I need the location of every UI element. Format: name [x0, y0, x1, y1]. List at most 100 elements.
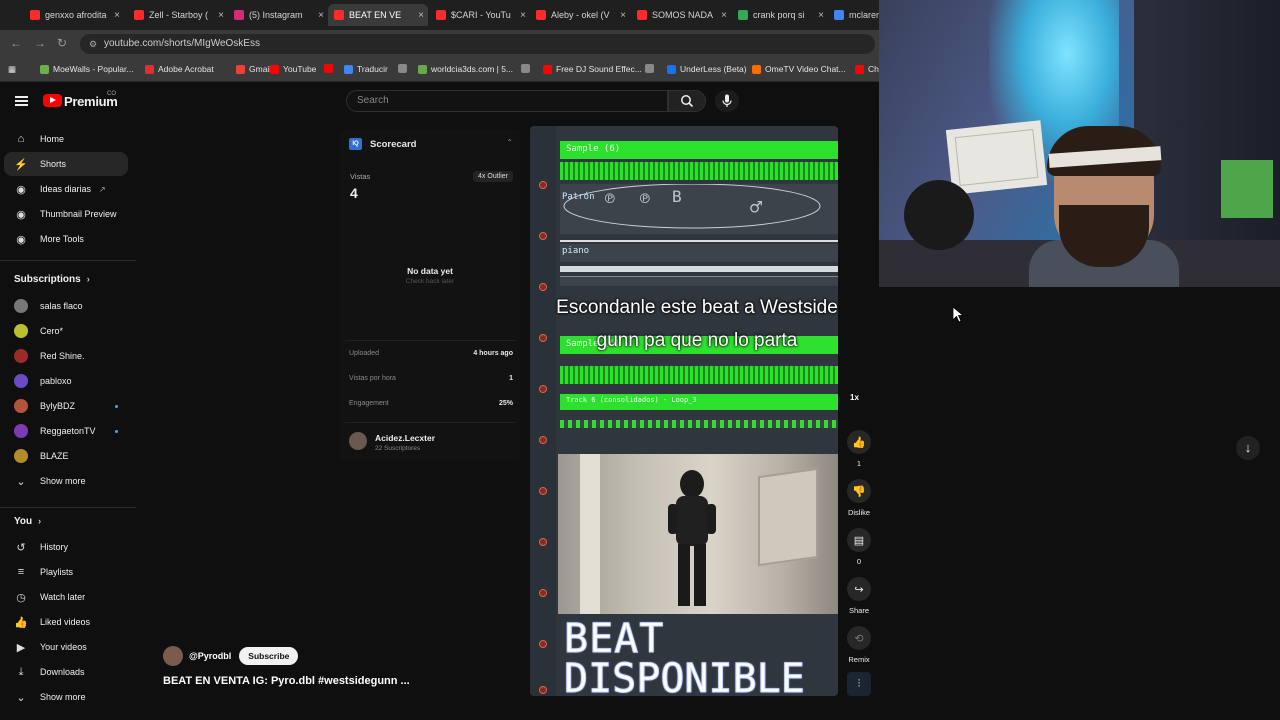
- tab-close-icon[interactable]: ×: [114, 10, 120, 21]
- bookmark-item[interactable]: Gmail: [236, 64, 271, 74]
- sidebar-item[interactable]: ⚡ Shorts: [4, 152, 128, 176]
- browser-tab[interactable]: (5) Instagram ×: [228, 4, 328, 26]
- sidebar-icon: 👍: [14, 616, 28, 629]
- sidebar-item[interactable]: BylyBDZ: [4, 394, 128, 418]
- reload-icon[interactable]: ↻: [57, 36, 67, 50]
- sidebar-item[interactable]: ◷ Watch later: [4, 585, 128, 609]
- sound-button[interactable]: ⫶: [847, 672, 871, 696]
- address-bar[interactable]: ⚙ youtube.com/shorts/MIgWeOskEss: [80, 34, 875, 54]
- sidebar-icon: ⚡: [14, 158, 28, 171]
- channel-avatar[interactable]: [163, 646, 183, 666]
- sidebar-item[interactable]: ReggaetonTV: [4, 419, 128, 443]
- bookmark-item[interactable]: Traducir: [344, 64, 388, 74]
- sidebar-item-label: BylyBDZ: [40, 401, 76, 411]
- sidebar-item[interactable]: ◉ Ideas diarias ↗: [4, 177, 128, 201]
- sidebar-item[interactable]: ↺ History: [4, 535, 128, 559]
- tab-close-icon[interactable]: ×: [818, 10, 824, 21]
- sidebar-item[interactable]: salas flaco: [4, 294, 128, 318]
- sidebar-item[interactable]: ⌂ Home: [4, 127, 128, 151]
- subscriptions-heading[interactable]: Subscriptions ›: [14, 274, 90, 285]
- playback-speed[interactable]: 1x: [850, 393, 859, 402]
- sidebar-item[interactable]: ▶ Your videos: [4, 635, 128, 659]
- bookmark-item[interactable]: Ch: [855, 64, 879, 74]
- channel-avatar[interactable]: [349, 432, 367, 450]
- dislike-button[interactable]: 👎 Dislike: [847, 479, 871, 517]
- comment-count: 0: [856, 557, 862, 566]
- engagement-label: Engagement: [349, 400, 389, 407]
- browser-tab[interactable]: SOMOS NADA ×: [631, 4, 731, 26]
- browser-tab[interactable]: Aleby - okel (V ×: [530, 4, 630, 26]
- shorts-video-player[interactable]: Sample (6) Patrón ℗ ℗ B ♂ piano Sample (…: [530, 126, 838, 696]
- sidebar-item[interactable]: ◉ Thumbnail Preview: [4, 202, 128, 226]
- bookmark-item[interactable]: Adobe Acrobat: [145, 64, 214, 74]
- channel-name[interactable]: Acidez.Lecxter: [375, 433, 435, 443]
- sidebar-item[interactable]: ⌄ Show more: [4, 685, 128, 709]
- webcam-creeper-plush: [1221, 160, 1273, 218]
- forward-icon[interactable]: →: [34, 36, 46, 50]
- next-short-button[interactable]: ↓: [1236, 436, 1260, 460]
- sidebar-item[interactable]: BLAZE: [4, 444, 128, 468]
- sidebar-item[interactable]: ⌄ Show more: [4, 469, 128, 493]
- tab-close-icon[interactable]: ×: [318, 10, 324, 21]
- bookmark-item[interactable]: [398, 64, 411, 73]
- tab-close-icon[interactable]: ×: [721, 10, 727, 21]
- door-frame: [580, 454, 600, 614]
- sidebar-item-label: Thumbnail Preview: [40, 209, 117, 219]
- back-icon[interactable]: ←: [10, 36, 22, 50]
- bookmark-item[interactable]: UnderLess (Beta): [667, 64, 747, 74]
- browser-tab[interactable]: genxxo afrodita ×: [24, 4, 124, 26]
- bookmark-label: YouTube: [283, 64, 317, 74]
- bookmark-item[interactable]: [645, 64, 658, 73]
- bookmark-item[interactable]: Free DJ Sound Effec...: [543, 64, 642, 74]
- sidebar-item-label: Show more: [40, 692, 86, 702]
- apps-grid-icon[interactable]: ▦: [8, 64, 16, 75]
- search-button[interactable]: [668, 90, 706, 112]
- youtube-logo-icon[interactable]: [43, 94, 62, 107]
- you-heading[interactable]: You ›: [14, 516, 41, 527]
- bookmark-item[interactable]: OmeTV Video Chat...: [752, 64, 846, 74]
- sidebar-item[interactable]: ≡ Playlists: [4, 560, 128, 584]
- browser-tab[interactable]: mclaren: [828, 4, 880, 26]
- short-title[interactable]: BEAT EN VENTA IG: Pyro.dbl #westsidegunn…: [163, 675, 410, 687]
- bookmark-item[interactable]: [324, 64, 337, 73]
- tab-label: (5) Instagram: [249, 10, 303, 20]
- comments-button[interactable]: ▤ 0: [847, 528, 871, 566]
- bookmark-favicon-icon: [543, 64, 552, 74]
- like-button[interactable]: 👍 1: [847, 430, 871, 468]
- tab-close-icon[interactable]: ×: [620, 10, 626, 21]
- tab-close-icon[interactable]: ×: [218, 10, 224, 21]
- divider: [0, 260, 136, 261]
- sidebar-item[interactable]: 👍 Liked videos: [4, 610, 128, 634]
- sidebar-item[interactable]: Cero*: [4, 319, 128, 343]
- bookmark-favicon-icon: [855, 64, 864, 74]
- collapse-caret-icon[interactable]: ⌃: [506, 138, 513, 147]
- channel-handle[interactable]: @Pyrodbl: [189, 651, 231, 661]
- tab-close-icon[interactable]: ×: [418, 10, 424, 21]
- bookmark-item[interactable]: MoeWalls - Popular...: [40, 64, 133, 74]
- sidebar-item[interactable]: ◉ More Tools: [4, 227, 128, 251]
- bookmark-item[interactable]: [521, 64, 534, 73]
- browser-tab-bar: genxxo afrodita × Zell - Starboy (× (5) Ins…: [0, 0, 880, 30]
- browser-tab[interactable]: crank porq si ×: [732, 4, 828, 26]
- tab-label: crank porq si: [753, 10, 805, 20]
- voice-search-button[interactable]: [715, 90, 739, 112]
- tab-close-icon[interactable]: ×: [520, 10, 526, 21]
- search-input[interactable]: Search: [346, 90, 668, 112]
- divider: [0, 507, 136, 508]
- browser-tab[interactable]: $CARI - YouTu ×: [430, 4, 530, 26]
- bookmark-item[interactable]: YouTube: [270, 64, 316, 74]
- browser-tab[interactable]: BEAT EN VE ×: [328, 4, 428, 26]
- sidebar-item[interactable]: Red Shine.: [4, 344, 128, 368]
- browser-tab[interactable]: Zell - Starboy (×: [128, 4, 228, 26]
- menu-icon[interactable]: [15, 96, 28, 106]
- sidebar-item[interactable]: ⤓ Downloads: [4, 660, 128, 684]
- bookmark-favicon-icon: [270, 64, 279, 74]
- engagement-row: Engagement 25%: [349, 400, 513, 407]
- site-info-icon[interactable]: ⚙: [89, 34, 97, 54]
- sidebar-item[interactable]: pabloxo: [4, 369, 128, 393]
- bookmark-item[interactable]: worldcia3ds.com | 5...: [418, 64, 513, 74]
- subscribe-button[interactable]: Subscribe: [239, 647, 299, 665]
- share-button[interactable]: ↪ Share: [847, 577, 871, 615]
- remix-button[interactable]: ⟲ Remix: [847, 626, 871, 664]
- track-led: [539, 640, 547, 648]
